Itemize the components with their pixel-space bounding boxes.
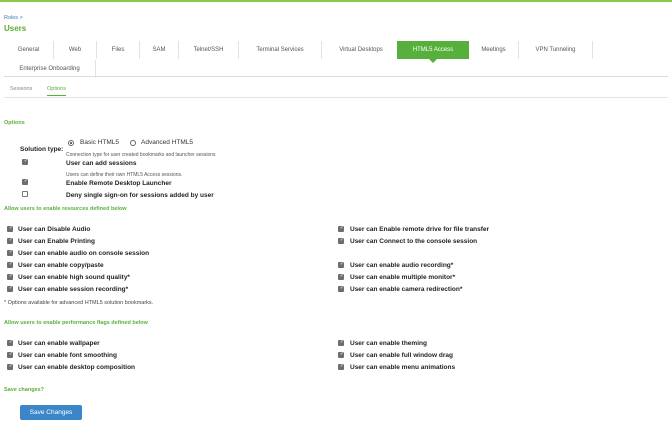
resource-checkbox[interactable] bbox=[338, 285, 345, 292]
performance-heading: Allow users to enable performance flags … bbox=[4, 320, 148, 326]
resource-checkbox[interactable] bbox=[7, 273, 14, 280]
page-title: Users bbox=[4, 24, 27, 33]
tab-web[interactable]: Web bbox=[54, 41, 97, 59]
solution-type-label: Solution type: bbox=[20, 146, 64, 153]
resource-label: User can Enable remote drive for file tr… bbox=[350, 226, 490, 233]
options-heading: Options bbox=[4, 120, 25, 126]
resource-label: User can enable copy/paste bbox=[18, 262, 104, 269]
breadcrumb[interactable]: Roles > bbox=[4, 15, 23, 21]
resource-label: User can enable audio recording* bbox=[350, 262, 454, 269]
performance-checkbox[interactable] bbox=[338, 351, 345, 358]
save-changes-heading: Save changes? bbox=[4, 387, 45, 393]
tab-virtual-desktops[interactable]: Virtual Desktops bbox=[322, 41, 401, 59]
resources-heading: Allow users to enable resources defined … bbox=[4, 206, 127, 212]
resource-checkbox[interactable] bbox=[7, 261, 14, 268]
tab-files[interactable]: Files bbox=[97, 41, 140, 59]
tab-bar: General Web Files SAM Telnet/SSH Termina… bbox=[4, 41, 668, 78]
resource-checkbox[interactable] bbox=[338, 261, 345, 268]
performance-checkbox[interactable] bbox=[7, 339, 14, 346]
basic-html5-label: Basic HTML5 bbox=[80, 139, 120, 146]
performance-label: User can enable wallpaper bbox=[18, 340, 100, 347]
user-can-add-sessions-label: User can add sessions bbox=[66, 160, 137, 167]
resource-label: User can enable high sound quality* bbox=[18, 274, 130, 281]
resource-checkbox[interactable] bbox=[338, 273, 345, 280]
resource-checkbox[interactable] bbox=[338, 237, 345, 244]
advanced-html5-radio[interactable] bbox=[130, 140, 136, 146]
performance-label: User can enable desktop composition bbox=[18, 364, 136, 371]
performance-checkbox[interactable] bbox=[338, 339, 345, 346]
performance-label: User can enable menu animations bbox=[350, 364, 456, 371]
enable-remote-desktop-launcher-label: Enable Remote Desktop Launcher bbox=[66, 180, 172, 187]
resource-label: User can enable session recording* bbox=[18, 286, 129, 293]
user-can-add-sessions-checkbox[interactable] bbox=[22, 158, 29, 165]
resource-label: User can Connect to the console session bbox=[350, 238, 478, 245]
resource-label: User can Disable Audio bbox=[18, 226, 91, 233]
save-changes-button[interactable]: Save Changes bbox=[20, 405, 82, 420]
performance-checkbox[interactable] bbox=[338, 363, 345, 370]
tab-terminal-services[interactable]: Terminal Services bbox=[239, 41, 322, 59]
deny-sso-checkbox[interactable] bbox=[22, 191, 28, 197]
resource-checkbox[interactable] bbox=[7, 285, 14, 292]
tab-meetings[interactable]: Meetings bbox=[469, 41, 519, 59]
resource-checkbox[interactable] bbox=[7, 225, 14, 232]
resource-label: User can enable camera redirection* bbox=[350, 286, 463, 293]
performance-label: User can enable full window drag bbox=[350, 352, 453, 359]
performance-checkbox[interactable] bbox=[7, 363, 14, 370]
tab-enterprise-onboarding[interactable]: Enterprise Onboarding bbox=[4, 60, 96, 78]
tab-telnet-ssh[interactable]: Telnet/SSH bbox=[179, 41, 239, 59]
subtab-sessions[interactable]: Sessions bbox=[10, 86, 32, 92]
resource-checkbox[interactable] bbox=[7, 237, 14, 244]
resource-label: User can enable audio on console session bbox=[18, 250, 150, 257]
advanced-html5-label: Advanced HTML5 bbox=[141, 139, 194, 146]
user-can-add-sessions-hint: Users can define their own HTML5 Access … bbox=[66, 172, 183, 178]
subtab-options[interactable]: Options bbox=[47, 86, 66, 96]
resource-label: User can Enable Printing bbox=[18, 238, 95, 245]
solution-type-hint: Connection type for user created bookmar… bbox=[66, 152, 216, 158]
resource-label: User can enable multiple monitor* bbox=[350, 274, 456, 281]
advanced-options-footnote: * Options available for advanced HTML5 s… bbox=[4, 300, 154, 306]
enable-remote-desktop-launcher-checkbox[interactable] bbox=[22, 178, 29, 185]
subtab-bar: Sessions Options bbox=[4, 84, 668, 98]
resource-checkbox[interactable] bbox=[7, 249, 14, 256]
deny-sso-label: Deny single sign-on for sessions added b… bbox=[66, 192, 214, 199]
performance-label: User can enable font smoothing bbox=[18, 352, 117, 359]
tab-html5-access[interactable]: HTML5 Access bbox=[397, 41, 469, 63]
tab-vpn-tunneling[interactable]: VPN Tunneling bbox=[519, 41, 593, 59]
performance-label: User can enable theming bbox=[350, 340, 427, 347]
top-accent-line bbox=[0, 0, 672, 2]
basic-html5-radio[interactable] bbox=[68, 140, 74, 146]
tab-sam[interactable]: SAM bbox=[140, 41, 179, 59]
tab-general[interactable]: General bbox=[4, 41, 54, 59]
resource-checkbox[interactable] bbox=[338, 225, 345, 232]
performance-checkbox[interactable] bbox=[7, 351, 14, 358]
